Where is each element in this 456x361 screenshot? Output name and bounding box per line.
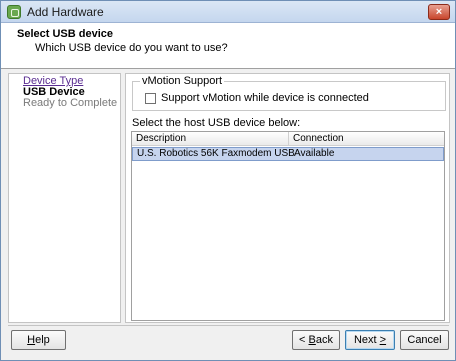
table-row[interactable]: U.S. Robotics 56K Faxmodem USB Available	[132, 147, 444, 161]
column-header-description[interactable]: Description	[132, 132, 289, 146]
cancel-button[interactable]: Cancel	[400, 330, 449, 350]
row-description: U.S. Robotics 56K Faxmodem USB	[137, 148, 295, 159]
vmotion-checkbox[interactable]	[145, 93, 156, 104]
next-mnemonic: >	[379, 334, 387, 346]
step-ready-to-complete: Ready to Complete	[23, 97, 118, 109]
vmotion-support-group: vMotion Support Support vMotion while de…	[132, 75, 446, 111]
back-mnemonic: B	[308, 334, 316, 346]
next-label: Next	[353, 334, 380, 346]
back-prefix: <	[299, 334, 309, 346]
wizard-header: Select USB device Which USB device do yo…	[1, 23, 455, 69]
add-hardware-window: Add Hardware × Select USB device Which U…	[0, 0, 456, 361]
column-header-connection[interactable]: Connection	[289, 132, 444, 146]
vmotion-legend: vMotion Support	[140, 75, 225, 87]
page-subtitle: Which USB device do you want to use?	[35, 42, 228, 54]
help-mnemonic: H	[27, 334, 36, 346]
help-label: elp	[35, 334, 50, 346]
close-button[interactable]: ×	[428, 4, 450, 20]
row-connection: Available	[294, 148, 335, 159]
window-title: Add Hardware	[27, 5, 104, 19]
vmotion-checkbox-label[interactable]: Support vMotion while device is connecte…	[161, 92, 369, 104]
wizard-steps: Device Type USB Device Ready to Complete	[8, 73, 121, 323]
page-title: Select USB device	[17, 28, 113, 40]
device-list-prompt: Select the host USB device below:	[132, 117, 301, 129]
table-header: Description Connection	[132, 132, 444, 146]
app-icon	[7, 5, 21, 19]
usb-device-table[interactable]: Description Connection U.S. Robotics 56K…	[131, 131, 445, 321]
footer-divider	[8, 325, 449, 326]
title-bar[interactable]: Add Hardware ×	[1, 1, 455, 23]
next-button[interactable]: Next >	[345, 330, 395, 350]
back-label: ack	[315, 334, 333, 346]
back-button[interactable]: < Back	[292, 330, 340, 350]
main-panel: vMotion Support Support vMotion while de…	[125, 73, 450, 323]
help-button[interactable]: Help	[11, 330, 66, 350]
